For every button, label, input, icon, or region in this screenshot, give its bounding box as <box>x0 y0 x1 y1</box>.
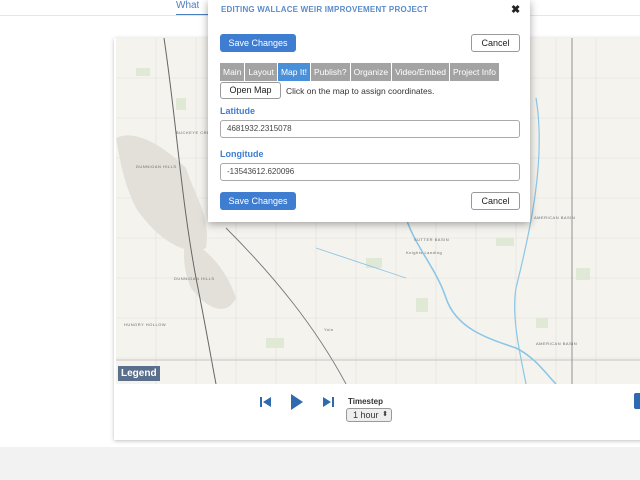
latitude-label: Latitude <box>220 106 255 116</box>
save-changes-button-bottom[interactable]: Save Changes <box>220 192 296 210</box>
highway-113 <box>225 227 347 384</box>
dialog-tabs: Main Layout Map It! Publish? Organize Vi… <box>220 63 500 81</box>
tab-publish[interactable]: Publish? <box>310 63 351 81</box>
tab-video-embed[interactable]: Video/Embed <box>392 63 450 81</box>
cancel-button-bottom[interactable]: Cancel <box>471 192 520 210</box>
tab-main[interactable]: Main <box>220 63 246 81</box>
play-button[interactable] <box>290 393 304 414</box>
save-changes-button-top[interactable]: Save Changes <box>220 34 296 52</box>
timestep-label: Timestep <box>348 397 383 406</box>
legend-button[interactable]: Legend <box>118 366 160 381</box>
timestep-value: 1 hour <box>353 410 379 420</box>
select-arrows-icon: ⬍ <box>382 411 388 418</box>
sacramento-river <box>405 217 557 384</box>
map-label-knights-landing: Knights Landing <box>406 250 443 255</box>
map-label-yolo: Yolo <box>324 327 334 332</box>
play-icon <box>291 394 303 410</box>
longitude-label: Longitude <box>220 149 264 159</box>
map-label-hungry-hollow: HUNGRY HOLLOW <box>124 322 167 327</box>
map-label-american-basin-south: AMERICAN BASIN <box>536 341 578 346</box>
latitude-field[interactable]: 4681932.2315078 <box>220 120 520 138</box>
map-label-dunnigan-hills-south: DUNNIGAN HILLS <box>174 276 215 281</box>
page-footer <box>0 447 640 480</box>
map-label-american-basin-north: AMERICAN BASIN <box>534 215 576 220</box>
top-nav-tab-what[interactable]: What <box>176 0 199 14</box>
timestep-select[interactable]: 1 hour ⬍ <box>346 408 392 422</box>
tab-layout[interactable]: Layout <box>245 63 278 81</box>
map-label-sutter-basin: SUTTER BASIN <box>414 237 450 242</box>
skip-back-button[interactable] <box>260 395 272 412</box>
tab-organize[interactable]: Organize <box>350 63 393 81</box>
edit-project-dialog: EDITING WALLACE WEIR IMPROVEMENT PROJECT… <box>208 0 530 222</box>
tab-project-info[interactable]: Project Info <box>449 63 500 81</box>
open-map-button[interactable]: Open Map <box>220 82 281 99</box>
close-icon[interactable]: ✖ <box>511 3 520 16</box>
side-panel-toggle[interactable] <box>634 393 640 409</box>
dialog-title: EDITING WALLACE WEIR IMPROVEMENT PROJECT <box>221 5 429 14</box>
creek <box>315 247 407 279</box>
cancel-button-top[interactable]: Cancel <box>471 34 520 52</box>
map-label-dunnigan-hills-north: DUNNIGAN HILLS <box>136 164 177 169</box>
skip-forward-icon <box>323 397 334 407</box>
skip-forward-button[interactable] <box>322 395 334 412</box>
longitude-field[interactable]: -13543612.620096 <box>220 163 520 181</box>
tab-map-it[interactable]: Map It! <box>277 63 311 81</box>
map-hint-text: Click on the map to assign coordinates. <box>286 86 435 96</box>
skip-back-icon <box>260 397 271 407</box>
